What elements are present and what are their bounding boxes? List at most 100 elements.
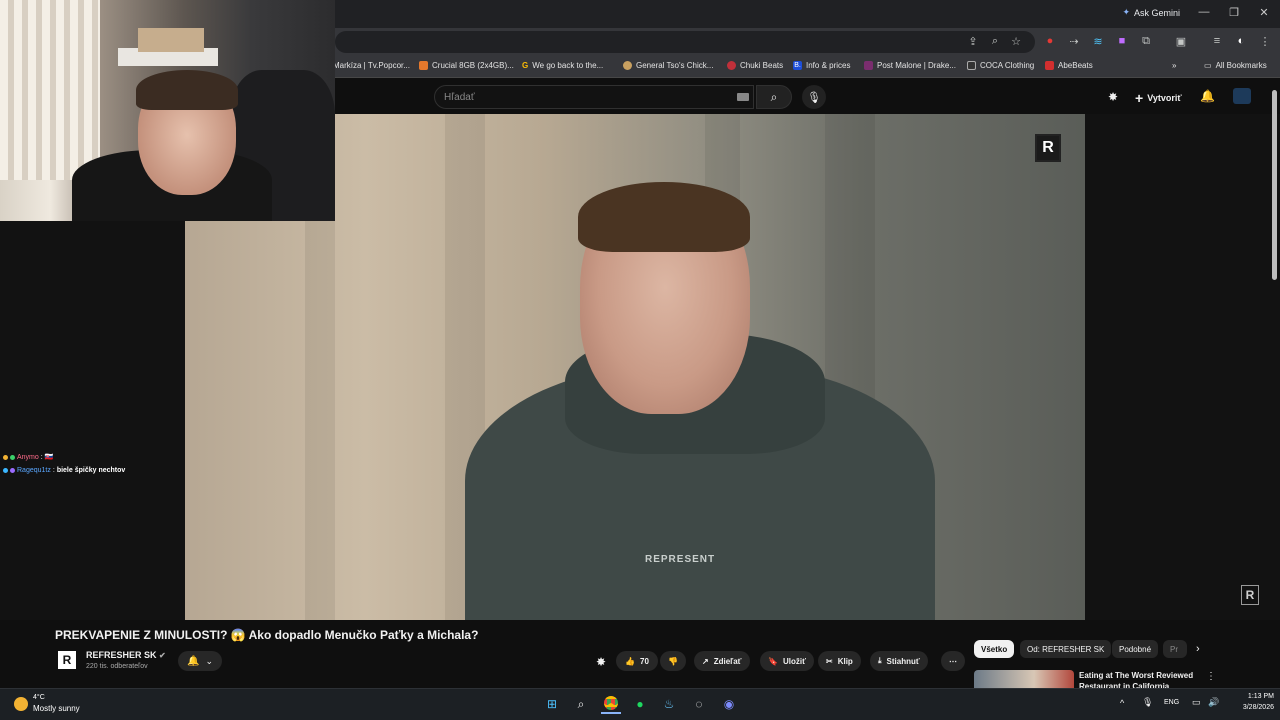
channel-name[interactable]: REFRESHER SK ✔: [86, 650, 166, 660]
bookmark-item[interactable]: COCA Clothing: [967, 61, 1034, 70]
windows-start-icon[interactable]: ⊞: [542, 694, 562, 714]
create-button[interactable]: + Vytvoriť: [1135, 90, 1182, 106]
bookmark-label: Crucial 8GB (2x4GB)...: [432, 61, 514, 70]
all-bookmarks-button[interactable]: ▭ All Bookmarks: [1204, 61, 1267, 70]
app-taskbar-icon[interactable]: ◌: [689, 694, 709, 714]
search-input[interactable]: Hľadať: [434, 85, 754, 109]
bookmark-item[interactable]: Post Malone | Drake...: [864, 61, 956, 70]
extension-red-icon[interactable]: ●: [1043, 35, 1057, 47]
chat-badge-icon: [3, 454, 8, 460]
save-button[interactable]: 🔖 Uložiť: [760, 651, 814, 671]
extension-wave-icon[interactable]: ≋: [1091, 35, 1105, 48]
search-icon: ⌕: [770, 89, 778, 104]
media-controls-icon[interactable]: ≡: [1210, 35, 1224, 47]
chat-username: Ragequ1tz: [17, 467, 51, 474]
weather-temperature[interactable]: 4°C: [33, 694, 45, 701]
channel-branding-logo[interactable]: R: [1241, 585, 1259, 605]
chrome-taskbar-icon[interactable]: [601, 694, 621, 714]
volume-tray-icon[interactable]: 🔊: [1208, 697, 1219, 708]
display-tray-icon[interactable]: ▭: [1192, 697, 1201, 708]
bookmark-favicon-icon: [864, 61, 873, 70]
ask-gemini-label: Ask Gemini: [1133, 7, 1180, 18]
chips-next-chevron-icon[interactable]: ›: [1196, 643, 1200, 655]
chat-badge-icon: [10, 454, 15, 460]
bookmark-star-icon[interactable]: ☆: [1009, 35, 1023, 48]
discord-icon[interactable]: ◉: [719, 694, 739, 714]
download-label: Stiahnuť: [886, 656, 920, 666]
account-avatar[interactable]: [1233, 88, 1251, 104]
clock-date[interactable]: 3/28/2026: [1222, 704, 1274, 711]
channel-name-label: REFRESHER SK: [86, 650, 157, 660]
weather-sun-icon[interactable]: [14, 697, 28, 711]
channel-avatar[interactable]: R: [58, 651, 76, 669]
chip-truncated[interactable]: Pr: [1163, 640, 1187, 658]
recommended-more-icon[interactable]: ⋮: [1206, 671, 1216, 682]
bookmark-item[interactable]: Crucial 8GB (2x4GB)...: [419, 61, 514, 70]
bookmark-label: AbeBeats: [1058, 61, 1093, 70]
sparkle-ask-icon[interactable]: ✸: [596, 655, 606, 669]
bookmark-item[interactable]: B. Info & prices: [793, 61, 850, 70]
clip-button[interactable]: ✂ Klip: [818, 651, 861, 671]
bookmarks-overflow-icon[interactable]: »: [1172, 61, 1176, 70]
bookmark-item[interactable]: General Tso's Chick...: [623, 61, 713, 70]
zoom-icon[interactable]: ⌕: [988, 35, 1002, 48]
close-window-button[interactable]: ✕: [1256, 6, 1272, 19]
bookmark-favicon-icon: [623, 61, 632, 70]
bookmark-label: Info & prices: [806, 61, 851, 70]
page-scrollbar[interactable]: [1272, 90, 1277, 280]
thumbs-down-icon: 👎: [668, 656, 678, 666]
tray-overflow-chevron-icon[interactable]: ^: [1120, 698, 1124, 708]
mic-icon: 🎙: [807, 91, 821, 104]
webcam-box: [138, 28, 204, 52]
video-title: PREKVAPENIE Z MINULOSTI? 😱 Ako dopadlo M…: [55, 628, 479, 642]
scissors-icon: ✂: [826, 656, 833, 666]
webcam-window-blinds: [0, 0, 100, 180]
input-language[interactable]: ENG: [1164, 699, 1179, 706]
minimize-button[interactable]: —: [1196, 6, 1212, 18]
chat-text: 🇸🇰: [44, 454, 54, 461]
more-actions-button[interactable]: ⋯: [941, 651, 965, 671]
chip-related[interactable]: Podobné: [1112, 640, 1159, 658]
microphone-tray-icon[interactable]: 🎙: [1142, 697, 1153, 708]
dislike-button[interactable]: 👎: [660, 651, 686, 671]
chat-message: Anymo : 🇸🇰: [3, 453, 53, 461]
chip-all[interactable]: Všetko: [974, 640, 1015, 658]
recommended-thumbnail[interactable]: [974, 670, 1074, 690]
taskbar-search-icon[interactable]: ⌕: [571, 694, 591, 714]
extensions-puzzle-icon[interactable]: ⧉: [1139, 35, 1153, 48]
download-button[interactable]: ⤓ Stiahnuť: [870, 651, 928, 671]
person-hair: [578, 182, 750, 252]
notifications-bell-icon[interactable]: 🔔: [1200, 89, 1215, 103]
hoodie-print: REPRESENT: [645, 554, 716, 565]
subscription-bell-button[interactable]: 🔔 ⌄: [178, 651, 222, 671]
google-icon: G: [522, 61, 529, 70]
voice-search-button[interactable]: 🎙: [802, 85, 826, 109]
restore-button[interactable]: ❐: [1226, 6, 1242, 19]
save-label: Uložiť: [782, 656, 806, 666]
premium-sparkle-icon[interactable]: ✸: [1108, 90, 1118, 104]
chrome-menu-icon[interactable]: ⋮: [1258, 35, 1272, 48]
plus-icon: +: [1135, 90, 1144, 106]
webcam-overlay: [0, 0, 335, 221]
bookmark-item[interactable]: G We go back to the...: [522, 61, 603, 70]
profile-avatar-icon[interactable]: ◐: [1234, 35, 1248, 47]
search-button[interactable]: ⌕: [756, 85, 792, 109]
bookmark-item[interactable]: AbeBeats: [1045, 61, 1093, 70]
share-button[interactable]: ↗ Zdieľať: [694, 651, 750, 671]
weather-condition[interactable]: Mostly sunny: [33, 704, 80, 713]
steam-icon[interactable]: ♨: [659, 694, 679, 714]
bookmark-item[interactable]: Chuki Beats: [727, 61, 783, 70]
install-app-icon[interactable]: ⇪: [966, 35, 980, 48]
spotify-icon[interactable]: ●: [630, 694, 650, 714]
tab-search-icon[interactable]: ▣: [1174, 35, 1188, 48]
ask-gemini-button[interactable]: ✦ Ask Gemini: [1122, 7, 1180, 18]
omnibox[interactable]: [335, 31, 1035, 53]
clock-time[interactable]: 1:13 PM: [1232, 693, 1274, 700]
extension-purple-icon[interactable]: ■: [1115, 35, 1129, 47]
like-button[interactable]: 👍 70: [616, 651, 658, 671]
chip-from-channel[interactable]: Od: REFRESHER SK: [1020, 640, 1112, 658]
extension-arrow-icon[interactable]: ⇢: [1067, 35, 1081, 48]
bookmark-label: General Tso's Chick...: [636, 61, 714, 70]
keyboard-icon[interactable]: [737, 93, 749, 101]
bookmark-item[interactable]: Markíza | Tv.Popcor...: [333, 61, 410, 70]
